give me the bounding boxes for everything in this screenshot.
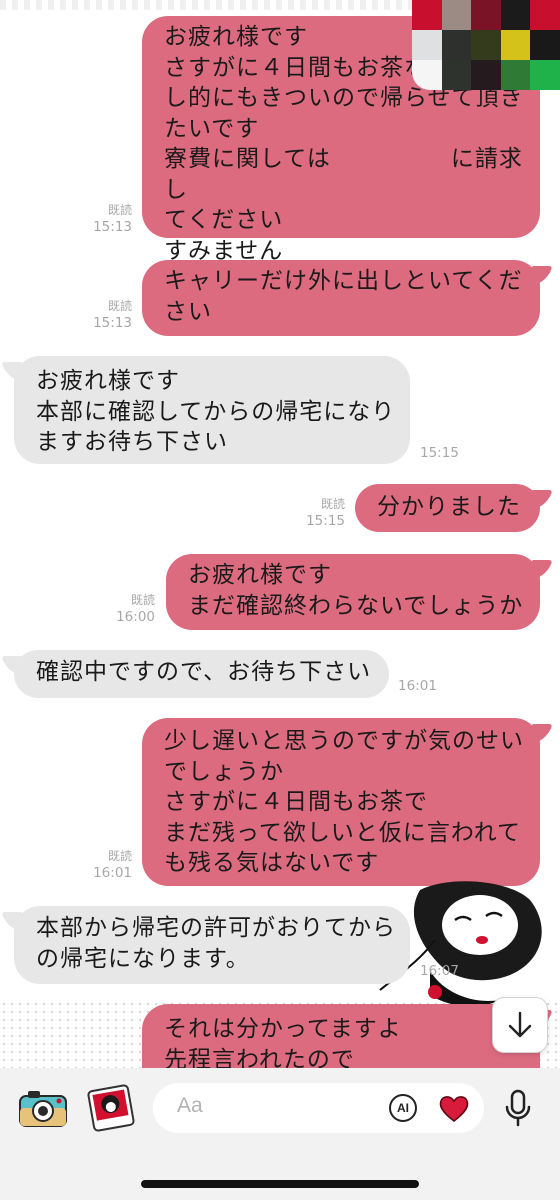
timestamp: 16:00 xyxy=(116,609,155,625)
incoming-message[interactable]: 確認中ですので、お待ち下さい xyxy=(14,650,389,698)
incoming-message[interactable]: 本部から帰宅の許可がおりてから の帰宅になります。 xyxy=(14,906,410,984)
timestamp: 15:15 xyxy=(306,513,345,529)
read-receipt: 既読 xyxy=(130,593,155,607)
arrow-down-icon xyxy=(508,1011,532,1038)
read-receipt: 既読 xyxy=(107,299,132,313)
timestamp: 15:15 xyxy=(420,445,459,461)
camera-icon[interactable] xyxy=(18,1088,68,1128)
home-indicator xyxy=(141,1180,419,1188)
message-meta: 既読 16:01 xyxy=(70,848,132,882)
read-receipt: 既読 xyxy=(107,849,132,863)
outgoing-message[interactable]: それは分かってますよ 先程言われたので xyxy=(142,1004,540,1068)
message-meta: 既読 15:15 xyxy=(285,496,345,530)
message-input[interactable]: Aa AI xyxy=(153,1083,484,1133)
incoming-message[interactable]: お疲れ様です 本部に確認してからの帰宅になり ますお待ち下さい xyxy=(14,356,410,464)
microphone-icon[interactable] xyxy=(503,1088,533,1128)
timestamp: 16:01 xyxy=(398,678,437,694)
read-receipt: 既読 xyxy=(107,203,132,217)
ai-button[interactable]: AI xyxy=(389,1094,417,1122)
read-receipt: 既読 xyxy=(320,497,345,511)
input-placeholder: Aa xyxy=(177,1094,203,1117)
privacy-pixelation xyxy=(412,0,560,90)
timestamp: 16:07 xyxy=(420,963,459,979)
message-meta: 既読 15:13 xyxy=(70,298,132,332)
timestamp: 15:13 xyxy=(93,219,132,235)
outgoing-message[interactable]: 少し遅いと思うのですが気のせい でしょうか さすがに４日間もお茶で まだ残って欲… xyxy=(142,718,540,886)
outgoing-message[interactable]: キャリーだけ外に出しといてくだ さい xyxy=(142,260,540,336)
sticker-icon[interactable] xyxy=(85,1082,137,1134)
message-meta: 16:01 xyxy=(398,678,458,695)
message-meta: 15:15 xyxy=(420,445,480,462)
chat-area[interactable]: お疲れ様です さすがに４日間もお茶なので し的にもきついので帰らせて頂き たいで… xyxy=(0,0,560,1068)
timestamp: 16:01 xyxy=(93,865,132,881)
message-meta: 既読 16:00 xyxy=(95,592,155,626)
timestamp: 15:13 xyxy=(93,315,132,331)
outgoing-message[interactable]: お疲れ様です まだ確認終わらないでしょうか xyxy=(166,554,540,630)
heart-icon[interactable] xyxy=(438,1093,470,1123)
message-meta: 16:07 xyxy=(420,963,480,980)
outgoing-message[interactable]: 分かりました xyxy=(355,484,540,532)
message-meta: 既読 15:13 xyxy=(70,202,132,236)
scroll-to-bottom-button[interactable] xyxy=(492,997,548,1053)
